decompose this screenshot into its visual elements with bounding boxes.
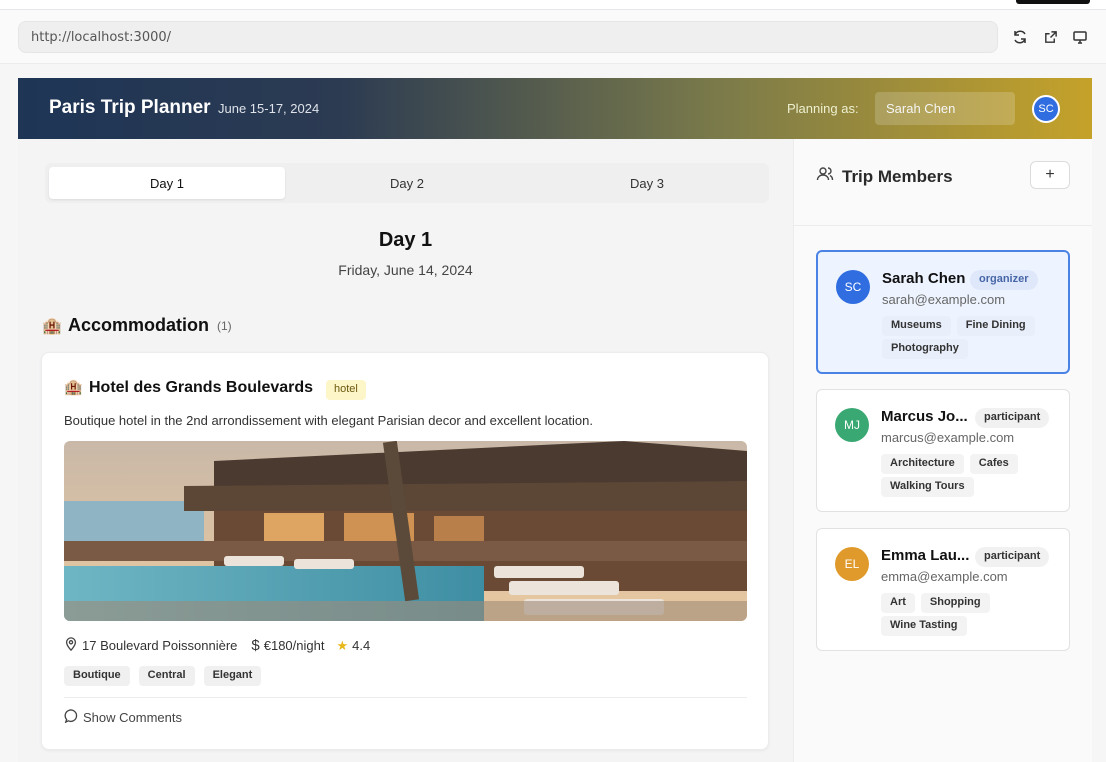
member-card-sarah[interactable]: SC Sarah Chen organizer sarah@example.co… bbox=[816, 250, 1070, 374]
member-card-emma[interactable]: EL Emma Lau... participant emma@example.… bbox=[816, 528, 1070, 651]
interest-tag: Walking Tours bbox=[881, 477, 974, 497]
external-link-icon[interactable] bbox=[1040, 27, 1060, 47]
members-header: Trip Members bbox=[816, 165, 953, 188]
hotel-icon: 🏨 bbox=[64, 379, 83, 396]
member-name: Marcus Jo... bbox=[881, 408, 968, 425]
member-name: Emma Lau... bbox=[881, 547, 970, 564]
role-badge: organizer bbox=[970, 270, 1038, 290]
planning-as-label: Planning as: bbox=[787, 101, 859, 116]
interest-tag: Art bbox=[881, 593, 915, 613]
top-strip-block bbox=[1016, 0, 1090, 4]
day-tabs: Day 1 Day 2 Day 3 bbox=[45, 163, 769, 203]
role-badge: participant bbox=[975, 547, 1050, 567]
divider bbox=[794, 225, 1092, 226]
app-title: Paris Trip Planner bbox=[49, 97, 211, 118]
member-avatar: MJ bbox=[835, 408, 869, 442]
hotel-description: Boutique hotel in the 2nd arrondissement… bbox=[64, 413, 594, 428]
star-icon: ★ bbox=[336, 637, 349, 653]
tab-day-1[interactable]: Day 1 bbox=[49, 167, 285, 199]
section-count: (1) bbox=[217, 319, 232, 333]
interest-tag: Museums bbox=[882, 316, 951, 336]
dollar-icon: $ bbox=[251, 637, 260, 654]
url-bar[interactable]: http://localhost:3000/ bbox=[18, 21, 998, 53]
section-title: Accommodation bbox=[68, 315, 210, 335]
hotel-rating: 4.4 bbox=[352, 638, 371, 653]
interest-tag: Wine Tasting bbox=[881, 616, 967, 636]
tab-day-2[interactable]: Day 2 bbox=[289, 167, 525, 199]
member-avatar: EL bbox=[835, 547, 869, 581]
hotel-name: Hotel des Grands Boulevards bbox=[89, 379, 314, 396]
main-content: Day 1 Day 2 Day 3 Day 1 Friday, June 14,… bbox=[18, 139, 793, 762]
day-title: Day 1 bbox=[378, 229, 433, 251]
location-pin-icon bbox=[64, 637, 78, 654]
app-frame: Paris Trip Planner June 15-17, 2024 Plan… bbox=[18, 78, 1092, 762]
interest-tag: Cafes bbox=[969, 454, 1018, 474]
planning-as-input[interactable]: Sarah Chen bbox=[875, 92, 1015, 125]
members-sidebar: Trip Members + SC Sarah Chen organizer s… bbox=[793, 139, 1092, 762]
hotel-card: 🏨 Hotel des Grands Boulevards hotel Bout… bbox=[41, 352, 769, 750]
interest-tag: Architecture bbox=[881, 454, 964, 474]
interest-tag: Photography bbox=[882, 339, 968, 359]
interest-tag: Fine Dining bbox=[956, 316, 1035, 336]
hotel-photo bbox=[64, 441, 747, 621]
show-comments-button[interactable]: Show Comments bbox=[64, 709, 182, 726]
member-interests: Museums Fine Dining Photography bbox=[882, 316, 1062, 362]
day-date: Friday, June 14, 2024 bbox=[338, 262, 473, 278]
add-member-button[interactable]: + bbox=[1030, 161, 1070, 189]
interest-tag: Shopping bbox=[920, 593, 990, 613]
member-name: Sarah Chen bbox=[882, 270, 966, 287]
member-interests: Architecture Cafes Walking Tours bbox=[881, 454, 1061, 500]
hotel-tag: Central bbox=[138, 666, 195, 686]
members-title: Trip Members bbox=[842, 166, 953, 186]
divider bbox=[64, 697, 747, 698]
hotel-icon: 🏨 bbox=[42, 318, 62, 335]
hotel-address: 17 Boulevard Poissonnière bbox=[82, 638, 238, 653]
users-icon bbox=[816, 165, 834, 188]
show-comments-label: Show Comments bbox=[83, 710, 182, 725]
member-email: marcus@example.com bbox=[881, 430, 1015, 445]
tab-day-3[interactable]: Day 3 bbox=[529, 167, 765, 199]
user-avatar[interactable]: SC bbox=[1032, 95, 1060, 123]
member-card-marcus[interactable]: MJ Marcus Jo... participant marcus@examp… bbox=[816, 389, 1070, 512]
hotel-tag: Elegant bbox=[203, 666, 262, 686]
hotel-tag: Boutique bbox=[64, 666, 130, 686]
hotel-price: €180/night bbox=[263, 638, 325, 653]
comment-icon bbox=[64, 709, 78, 726]
hotel-meta: 17 Boulevard Poissonnière $ €180/night ★… bbox=[64, 637, 374, 654]
role-badge: participant bbox=[975, 408, 1050, 428]
top-strip bbox=[0, 0, 1106, 10]
browser-bar: http://localhost:3000/ bbox=[0, 10, 1106, 64]
trip-dates: June 15-17, 2024 bbox=[218, 101, 320, 116]
member-interests: Art Shopping Wine Tasting bbox=[881, 593, 1061, 639]
app-header: Paris Trip Planner June 15-17, 2024 Plan… bbox=[18, 78, 1092, 139]
monitor-icon[interactable] bbox=[1070, 27, 1090, 47]
refresh-icon[interactable] bbox=[1010, 27, 1030, 47]
member-email: sarah@example.com bbox=[882, 292, 1006, 307]
hotel-type-badge: hotel bbox=[326, 380, 366, 400]
member-email: emma@example.com bbox=[881, 569, 1008, 584]
hotel-tags: Boutique Central Elegant bbox=[64, 666, 270, 686]
member-avatar: SC bbox=[836, 270, 870, 304]
